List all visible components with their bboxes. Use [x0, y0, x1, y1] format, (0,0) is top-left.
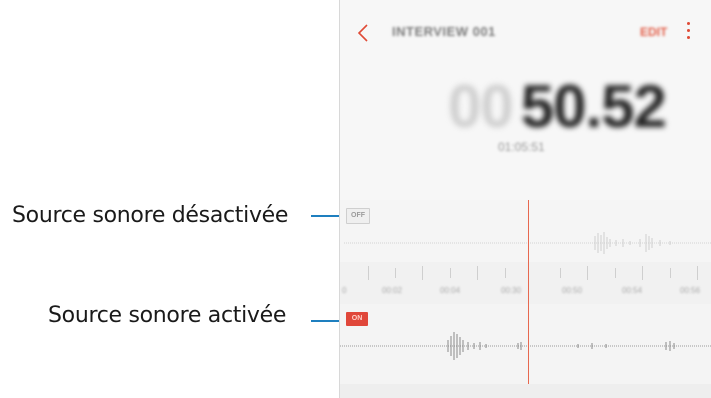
- callout-muted-source-label: Source sonore désactivée: [12, 203, 289, 228]
- playhead-marker[interactable]: [528, 200, 529, 386]
- more-options-icon[interactable]: [686, 22, 692, 42]
- voice-recorder-screen: INTERVIEW 001 EDIT 0050.52 01:05:51 OFF: [339, 0, 711, 398]
- back-arrow-icon[interactable]: [356, 22, 370, 44]
- active-source-track: ON: [340, 304, 711, 384]
- muted-source-track: OFF: [340, 200, 711, 262]
- timer-seconds: 50.52: [520, 73, 667, 140]
- active-source-waveform: [340, 332, 711, 360]
- total-duration: 01:05:51: [498, 140, 545, 154]
- muted-source-waveform: [344, 232, 711, 254]
- timer-minutes: 00: [448, 73, 514, 140]
- timeline-label: 00:30: [501, 286, 522, 295]
- active-source-badge[interactable]: ON: [346, 312, 368, 326]
- app-bar: INTERVIEW 001 EDIT: [340, 0, 711, 60]
- callout-active-source-label: Source sonore activée: [48, 303, 287, 328]
- timeline-label: 0: [342, 286, 347, 295]
- muted-source-badge[interactable]: OFF: [346, 208, 370, 224]
- edit-button[interactable]: EDIT: [640, 25, 667, 39]
- timeline-ruler[interactable]: [340, 262, 711, 304]
- timeline-label: 00:50: [562, 286, 583, 295]
- timeline-label: 00:54: [622, 286, 643, 295]
- timeline-label: 00:02: [382, 286, 403, 295]
- timeline-label: 00:04: [440, 286, 461, 295]
- bottom-controls-strip: [340, 384, 711, 398]
- playback-timer: 00 50.52: [448, 72, 667, 141]
- timeline-label: 00:56: [680, 286, 701, 295]
- recording-title: INTERVIEW 001: [392, 24, 496, 39]
